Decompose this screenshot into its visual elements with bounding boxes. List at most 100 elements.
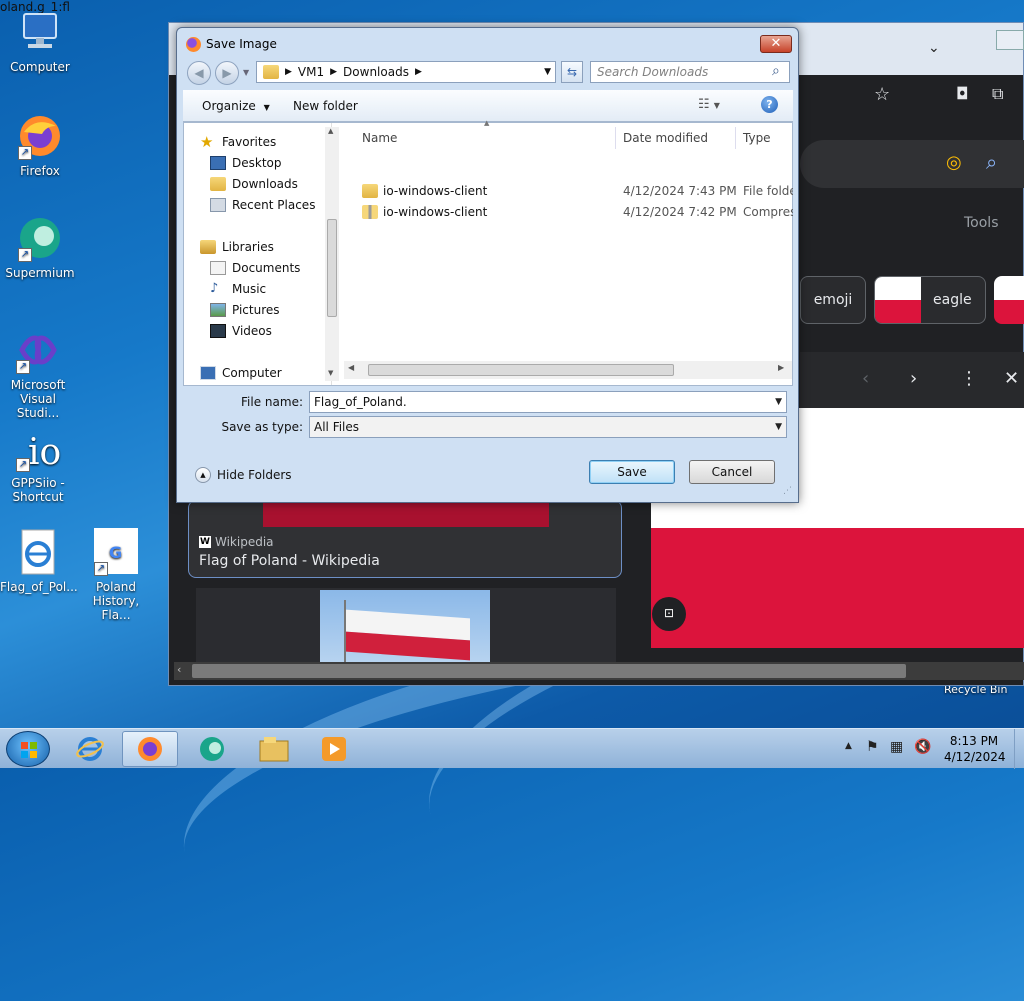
search-input[interactable]: Search Downloads <box>590 61 790 83</box>
nav-libraries[interactable]: Libraries <box>200 237 274 257</box>
result-title[interactable]: Flag of Poland - Wikipedia <box>199 553 380 569</box>
pocket-icon[interactable]: ◘ <box>956 84 969 103</box>
network-icon[interactable]: ▦ <box>890 739 903 755</box>
taskbar-file-explorer[interactable] <box>246 731 302 767</box>
nav-pictures[interactable]: Pictures <box>210 300 280 320</box>
taskbar-media-player[interactable] <box>306 731 362 767</box>
desktop-icon-visual-studio[interactable]: ↗ Microsoft Visual Studi... <box>0 326 76 420</box>
show-hidden-icons-icon[interactable]: ▲ <box>845 741 852 751</box>
desktop-icon-computer[interactable]: Computer <box>2 8 78 74</box>
scrollbar-thumb[interactable] <box>327 219 337 317</box>
refresh-button[interactable]: ⇆ <box>561 61 583 83</box>
media-player-icon <box>322 737 346 761</box>
view-options-icon[interactable]: ☷ ▼ <box>698 97 720 112</box>
browser-dropdown-icon[interactable]: ⌄ <box>928 40 940 56</box>
system-clock[interactable]: 8:13 PM 4/12/2024 <box>944 733 1006 765</box>
tools-tab[interactable]: Tools <box>964 215 999 231</box>
close-viewer-icon[interactable]: ✕ <box>1004 368 1019 389</box>
organize-button[interactable]: Organize ▼ <box>202 99 270 113</box>
nav-favorites[interactable]: ★ Favorites <box>200 132 276 152</box>
nav-label: Recent Places <box>232 198 316 212</box>
desktop-icon-supermium[interactable]: ↗ Supermium <box>2 214 78 280</box>
file-list-horizontal-scrollbar[interactable]: ◀ ▶ <box>344 361 792 379</box>
help-icon[interactable]: ? <box>761 96 778 113</box>
nav-recent-places[interactable]: Recent Places <box>210 195 315 215</box>
nav-downloads[interactable]: Downloads <box>210 174 298 194</box>
show-desktop-button[interactable] <box>1014 729 1024 769</box>
taskbar-firefox[interactable] <box>122 731 178 767</box>
start-button[interactable] <box>6 731 50 767</box>
nav-videos[interactable]: Videos <box>210 321 272 341</box>
chip-flag-partial[interactable] <box>994 276 1024 324</box>
breadcrumb[interactable]: ▶ VM1 ▶ Downloads ▶ ▼ <box>256 61 556 83</box>
nav-computer[interactable]: Computer <box>200 363 282 383</box>
result-thumbnail-strip <box>263 501 549 527</box>
scroll-right-icon[interactable]: ▶ <box>778 363 784 372</box>
browser-address-text: oland.g_1:fl <box>0 0 70 14</box>
svg-text:G: G <box>109 543 122 562</box>
bookmark-star-icon[interactable]: ☆ <box>874 84 890 105</box>
chevron-down-icon[interactable]: ▼ <box>775 392 782 412</box>
column-header-date-modified[interactable]: Date modified <box>623 131 708 145</box>
browser-horizontal-scrollbar[interactable]: ‹ <box>174 662 1024 680</box>
scrollbar-thumb[interactable] <box>192 664 906 678</box>
chip-label: eagle <box>933 292 972 308</box>
chip-emoji[interactable]: emoji <box>800 276 866 324</box>
nav-music[interactable]: ♪ Music <box>210 279 266 299</box>
taskbar-internet-explorer[interactable] <box>62 731 118 767</box>
recent-dropdown-icon[interactable]: ▼ <box>243 68 249 77</box>
next-arrow-icon[interactable]: › <box>910 368 917 389</box>
file-name-input[interactable]: Flag_of_Poland. ▼ <box>309 391 787 413</box>
breadcrumb-dropdown-icon[interactable]: ▼ <box>544 67 551 77</box>
browser-restore-button[interactable] <box>996 30 1024 50</box>
pictures-icon <box>210 303 226 317</box>
column-header-name[interactable]: Name <box>362 131 397 145</box>
desktop-icon-firefox[interactable]: ↗ Firefox <box>2 112 78 178</box>
file-row[interactable]: io-windows-client 4/12/2024 7:42 PM Comp… <box>362 202 793 222</box>
scroll-left-icon[interactable]: ‹ <box>177 663 181 676</box>
flag-photo-thumbnail[interactable] <box>320 590 490 664</box>
lens-search-button[interactable]: ⊡ <box>652 597 686 631</box>
search-icon[interactable]: ⌕ <box>986 150 997 174</box>
chip-eagle[interactable]: eagle <box>874 276 986 324</box>
cancel-button[interactable]: Cancel <box>689 460 775 484</box>
nav-desktop[interactable]: Desktop <box>210 153 282 173</box>
breadcrumb-item-vm1[interactable]: VM1 <box>298 65 324 79</box>
back-button[interactable]: ◀ <box>187 61 211 85</box>
scroll-left-icon[interactable]: ◀ <box>348 363 354 372</box>
desktop-icon-label: Visual Studi... <box>16 392 60 420</box>
desktop-icon-poland-history[interactable]: G ↗ Poland History, Fla... <box>78 528 154 622</box>
prev-arrow-icon[interactable]: ‹ <box>862 368 869 389</box>
windows-logo-icon <box>21 742 37 758</box>
forward-button[interactable]: ▶ <box>215 61 239 85</box>
nav-documents[interactable]: Documents <box>210 258 300 278</box>
file-type: Compress <box>743 205 793 219</box>
save-image-dialog[interactable]: Save Image ✕ ◀ ▶ ▼ ▶ VM1 ▶ Downloads ▶ ▼… <box>176 27 799 503</box>
save-as-type-select[interactable]: All Files ▼ <box>309 416 787 438</box>
new-folder-button[interactable]: New folder <box>293 99 358 113</box>
save-button[interactable]: Save <box>589 460 675 484</box>
desktop-icon-gppsiio[interactable]: io ↗ GPPSiio - Shortcut <box>0 424 76 504</box>
desktop-icon-label: Flag_of_Pol... <box>0 580 78 594</box>
chevron-down-icon[interactable]: ▼ <box>775 417 782 437</box>
lens-icon[interactable]: ◎ <box>946 152 962 173</box>
action-center-flag-icon[interactable]: ⚑ <box>866 739 879 755</box>
scrollbar-thumb[interactable] <box>368 364 674 376</box>
extensions-icon[interactable]: ⧉ <box>992 84 1003 104</box>
breadcrumb-item-downloads[interactable]: Downloads <box>343 65 409 79</box>
close-button[interactable]: ✕ <box>760 35 792 53</box>
desktop-icon-flag-of-poland[interactable]: Flag_of_Pol... <box>0 528 78 594</box>
taskbar-supermium[interactable] <box>184 731 240 767</box>
hide-folders-toggle[interactable]: ▲ Hide Folders <box>195 467 292 483</box>
scroll-down-icon[interactable]: ▼ <box>328 369 333 377</box>
flag-preview-red <box>651 528 1024 648</box>
nav-pane-scrollbar[interactable]: ▲ ▼ <box>325 127 339 381</box>
scroll-up-icon[interactable]: ▲ <box>328 127 333 135</box>
resize-grip-icon[interactable]: ⋰ <box>783 486 792 496</box>
more-options-icon[interactable]: ⋮ <box>960 368 978 389</box>
file-row[interactable]: io-windows-client 4/12/2024 7:43 PM File… <box>362 181 793 201</box>
column-header-type[interactable]: Type <box>743 131 771 145</box>
search-result-card[interactable]: W Wikipedia Flag of Poland - Wikipedia <box>188 500 622 578</box>
volume-muted-icon[interactable]: 🔇 <box>914 739 931 755</box>
nav-label: Music <box>232 282 267 296</box>
